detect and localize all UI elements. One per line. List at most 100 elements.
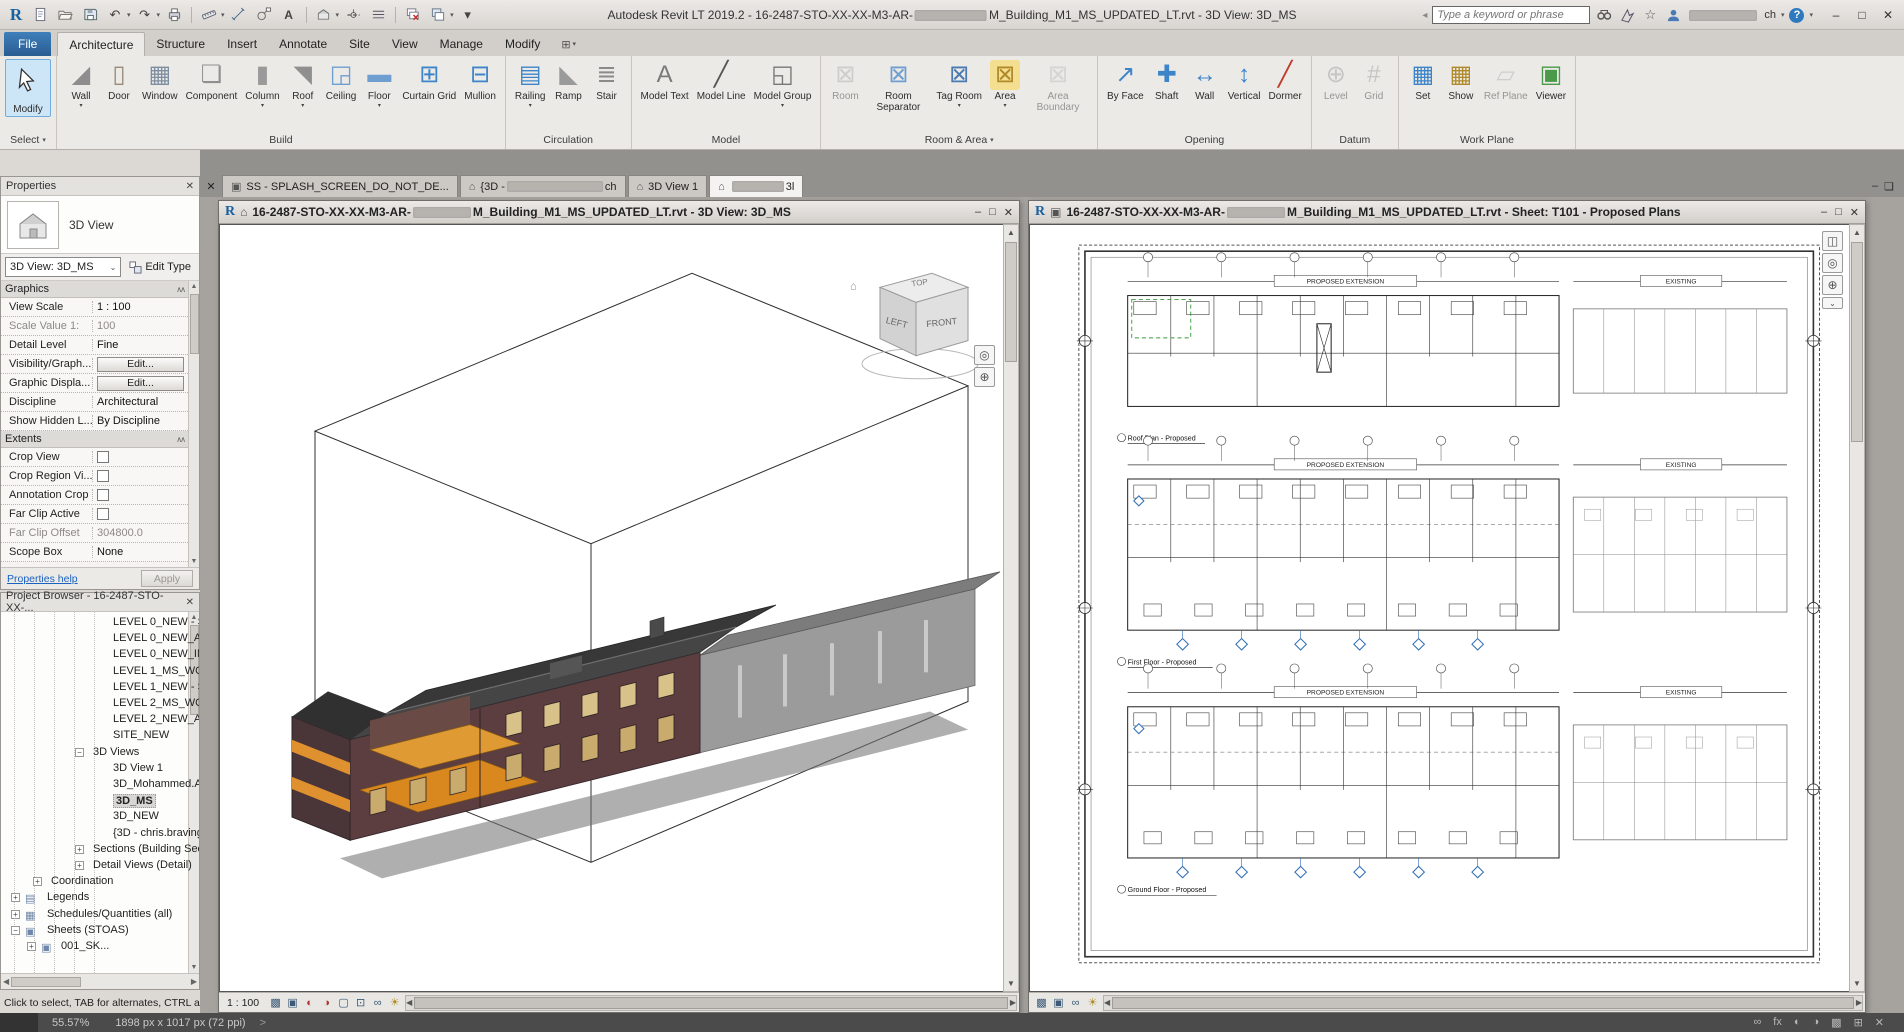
properties-help-link[interactable]: Properties help: [7, 573, 78, 585]
properties-scrollbar[interactable]: ▲ ▼: [188, 281, 199, 567]
project-browser-close-icon[interactable]: ✕: [186, 597, 194, 608]
zoom-tool-icon[interactable]: ⊕: [974, 367, 995, 387]
close-hidden-windows-icon[interactable]: [402, 5, 424, 25]
text-icon[interactable]: A: [278, 5, 300, 25]
roof-button[interactable]: ◥Roof▾: [284, 59, 322, 110]
property-value[interactable]: 100: [93, 320, 188, 332]
expand-icon[interactable]: +: [11, 910, 20, 919]
save-icon[interactable]: [79, 5, 101, 25]
model-group-dropdown-caret[interactable]: ▾: [781, 103, 784, 109]
curtain-grid-button[interactable]: ⊞Curtain Grid: [398, 59, 460, 103]
ramp-button[interactable]: ◣Ramp: [550, 59, 588, 103]
panel-label-model[interactable]: Model: [632, 131, 821, 149]
dormer-button[interactable]: ╱Dormer: [1264, 59, 1305, 103]
view-tab-1[interactable]: ▣SS - SPLASH_SCREEN_DO_NOT_DE...: [222, 175, 458, 197]
tree-item-001-sk-[interactable]: +▣001_SK...: [1, 939, 187, 955]
area-dropdown-caret[interactable]: ▾: [1003, 103, 1006, 109]
minimize-button[interactable]: –: [1824, 5, 1848, 25]
tree-item-sections-building-sec-[interactable]: +Sections (Building Sec...: [1, 842, 187, 858]
tab-annotate[interactable]: Annotate: [268, 32, 338, 56]
model-group-button[interactable]: ◱Model Group▾: [750, 59, 816, 110]
layer-mask-icon[interactable]: ◐: [1794, 1016, 1801, 1029]
column-button[interactable]: ▮Column▾: [241, 59, 283, 110]
measure-icon-caret[interactable]: ▾: [221, 11, 225, 19]
window-button[interactable]: ▦Window: [138, 59, 182, 103]
expand-icon[interactable]: +: [33, 877, 42, 886]
default-3d-view-icon[interactable]: [313, 5, 335, 25]
sun-path-off-icon[interactable]: ◐: [301, 995, 318, 1011]
tree-item-level-2-new-aa-[interactable]: LEVEL 2_NEW_AA...: [1, 712, 187, 728]
panel-label-opening[interactable]: Opening: [1098, 131, 1311, 149]
measure-icon[interactable]: [198, 5, 220, 25]
temporary-hide-icon[interactable]: ∞: [1067, 995, 1084, 1011]
show-crop-icon[interactable]: ⊡: [352, 995, 369, 1011]
tree-item-3d-ms[interactable]: 3D_MS: [1, 793, 187, 809]
new-doc-icon[interactable]: [29, 5, 51, 25]
panel-label-room-area[interactable]: Room & Area▾: [821, 131, 1097, 149]
group-icon[interactable]: ▩: [1831, 1016, 1841, 1029]
railing-button[interactable]: ▤Railing▾: [511, 59, 550, 110]
switch-windows-icon[interactable]: [427, 5, 449, 25]
panel-label-circulation[interactable]: Circulation: [506, 131, 631, 149]
tree-item-schedules-quantities-all-[interactable]: +▦Schedules/Quantities (all): [1, 907, 187, 923]
apply-button[interactable]: Apply: [141, 570, 193, 587]
aligned-dimension-icon[interactable]: [228, 5, 250, 25]
tree-item-level-0-new-aa[interactable]: LEVEL 0_NEW_AA: [1, 631, 187, 647]
tree-item-3d-view-1[interactable]: 3D View 1: [1, 761, 187, 777]
3d-horizontal-scrollbar[interactable]: ◀▶: [405, 995, 1017, 1011]
property-value[interactable]: By Discipline: [93, 415, 188, 427]
redo-icon[interactable]: ↷: [134, 5, 156, 25]
section-icon[interactable]: [342, 5, 364, 25]
link-layers-icon[interactable]: ∞: [1753, 1016, 1761, 1029]
property-value[interactable]: [93, 451, 188, 463]
help-icon[interactable]: ?: [1789, 8, 1804, 23]
tree-item-legends[interactable]: +▤Legends: [1, 890, 187, 906]
property-value[interactable]: [93, 508, 188, 520]
steering-wheel-icon[interactable]: ◎: [974, 345, 995, 365]
property-value[interactable]: Architectural: [93, 396, 188, 408]
delete-icon[interactable]: ✕: [1875, 1016, 1884, 1029]
tree-item--3d-chris-braving-[interactable]: {3D - chris.braving...: [1, 826, 187, 842]
viewer-button[interactable]: ▣Viewer: [1532, 59, 1570, 103]
wall-button[interactable]: ↔Wall: [1186, 59, 1224, 103]
vertical-button[interactable]: ↕Vertical: [1224, 59, 1265, 103]
status-expand-arrow[interactable]: >: [260, 1017, 266, 1029]
door-button[interactable]: ▯Door: [100, 59, 138, 103]
checkbox[interactable]: [97, 470, 109, 482]
view-scale[interactable]: 1 : 100: [227, 997, 259, 1009]
3d-window-titlebar[interactable]: R ⌂ 16-2487-STO-XX-XX-M3-AR-M_Building_M…: [219, 201, 1019, 224]
roof-dropdown-caret[interactable]: ▾: [301, 103, 304, 109]
tab-structure[interactable]: Structure: [145, 32, 216, 56]
property-value[interactable]: [93, 470, 188, 482]
sign-in-icon[interactable]: [1618, 6, 1636, 24]
user-menu-caret-icon[interactable]: ▾: [1781, 11, 1785, 19]
property-value[interactable]: Edit...: [93, 357, 188, 372]
close-button[interactable]: ✕: [1876, 5, 1900, 25]
tab-modify[interactable]: Modify: [494, 32, 551, 56]
area-button[interactable]: ⊠Area▾: [986, 59, 1024, 110]
tab-view[interactable]: View: [381, 32, 429, 56]
expand-icon[interactable]: +: [75, 861, 84, 870]
view-tab-3[interactable]: ⌂3D View 1: [628, 175, 708, 197]
panel-label-select[interactable]: Select▾: [0, 131, 56, 149]
mdi-restore-icon[interactable]: ❏: [1884, 180, 1894, 193]
steering-wheel-icon[interactable]: ◎: [1822, 253, 1843, 273]
zoom-percentage[interactable]: 55.57%: [52, 1017, 89, 1029]
tag-room-button[interactable]: ⊠Tag Room▾: [932, 59, 986, 110]
sheet-horizontal-scrollbar[interactable]: ◀▶: [1103, 995, 1863, 1011]
set-button[interactable]: ▦Set: [1404, 59, 1442, 103]
undo-icon[interactable]: ↶: [104, 5, 126, 25]
view-tab-2[interactable]: ⌂{3D - ch: [460, 175, 626, 197]
tree-item-level-2-ms-wor-[interactable]: LEVEL 2_MS_WOR...: [1, 696, 187, 712]
collapse-icon[interactable]: −: [75, 748, 84, 757]
column-dropdown-caret[interactable]: ▾: [261, 103, 264, 109]
revit-logo[interactable]: R: [6, 5, 26, 25]
tab-architecture[interactable]: Architecture: [57, 32, 145, 56]
new-item-icon[interactable]: ⊞: [1854, 1016, 1863, 1029]
tag-icon[interactable]: [253, 5, 275, 25]
tree-item-level-0-new-im-[interactable]: LEVEL 0_NEW_IM...: [1, 647, 187, 663]
property-value[interactable]: 304800.0: [93, 527, 188, 539]
railing-dropdown-caret[interactable]: ▾: [529, 103, 532, 109]
reveal-hidden-icon[interactable]: ☀: [386, 995, 403, 1011]
tree-item-site-new[interactable]: SITE_NEW: [1, 728, 187, 744]
